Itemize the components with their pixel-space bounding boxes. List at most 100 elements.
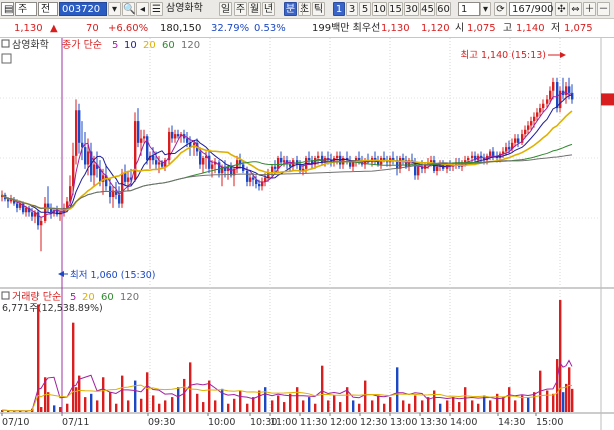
candle-body <box>121 173 124 204</box>
prev-icon[interactable]: ◂ <box>136 2 149 16</box>
stock-code-input[interactable]: 003720 <box>59 2 107 16</box>
volume-bar <box>146 372 149 412</box>
volume-bar <box>333 395 336 412</box>
volume-bar <box>364 380 367 412</box>
x-axis-label-1: 07/11 <box>62 417 89 428</box>
period-tab-4[interactable]: 분 <box>284 2 297 16</box>
x-axis-label-13: 15:00 <box>536 417 563 428</box>
volume-bar <box>562 392 565 412</box>
volume-bar <box>489 400 492 412</box>
volume-bar <box>59 407 62 412</box>
interval-tab-1[interactable]: 1 <box>333 2 345 16</box>
chart-type-icon[interactable]: ☰ <box>150 2 163 16</box>
volume-bar <box>477 403 480 412</box>
up-arrow-icon: ▲ <box>50 23 58 34</box>
x-axis-label-0: 07/10 <box>2 417 29 428</box>
ask-price: 1,130 <box>381 23 410 34</box>
volume-bar <box>115 403 118 412</box>
code-dropdown-icon[interactable]: ▾ <box>108 2 121 16</box>
bid-price: 1,120 <box>421 23 450 34</box>
volume-bar <box>189 362 192 412</box>
current-price: 1,130 <box>14 23 43 34</box>
candle-body <box>31 212 34 217</box>
interval-tab-5[interactable]: 5 <box>359 2 371 16</box>
market-type-select[interactable]: 전 <box>38 2 58 16</box>
candle-body <box>25 207 28 213</box>
candle-body <box>127 177 130 182</box>
menu-icon[interactable]: ▤ <box>1 2 14 16</box>
volume-bar <box>514 400 517 412</box>
volume-bar <box>246 403 249 412</box>
candle-body <box>533 116 536 122</box>
candle-body <box>174 134 177 139</box>
zoom-out-icon[interactable]: － <box>597 2 610 16</box>
interval-tab-10[interactable]: 10 <box>372 2 387 16</box>
candle-body <box>517 138 520 143</box>
candle-body <box>72 155 75 187</box>
volume-bar <box>127 400 130 412</box>
period-tab-6[interactable]: 틱 <box>312 2 325 16</box>
crosshair-icon[interactable]: ✣ <box>555 2 568 16</box>
volume-bar <box>352 400 355 412</box>
candle-body <box>549 90 552 100</box>
period-tab-1[interactable]: 주 <box>234 2 247 16</box>
volume-bar <box>571 388 574 412</box>
volume-bar <box>565 383 568 412</box>
interval-tab-30[interactable]: 30 <box>404 2 419 16</box>
volume-bar <box>53 405 56 412</box>
period-tab-3[interactable]: 년 <box>262 2 275 16</box>
high-label: 고 <box>503 23 513 34</box>
candle-body <box>267 173 270 178</box>
interval-tab-15[interactable]: 15 <box>388 2 403 16</box>
interval-tab-60[interactable]: 60 <box>436 2 451 16</box>
candle-body <box>137 121 140 143</box>
volume-bar <box>7 411 10 412</box>
volume-bar <box>283 402 286 412</box>
candle-body <box>75 110 78 156</box>
quote-bar: 1,130 ▲ 70 +6.60% 180,150 32.79% 0.53% 1… <box>0 19 614 38</box>
candle-body <box>280 157 283 163</box>
candle-body <box>436 166 439 172</box>
volume-ma-legend-20: 20 <box>82 292 95 303</box>
candle-body <box>402 157 405 161</box>
candle-body <box>246 171 249 182</box>
candle-body <box>524 129 527 135</box>
period-tab-5[interactable]: 초 <box>298 2 311 16</box>
interval-tab-45[interactable]: 45 <box>420 2 435 16</box>
interval-tab-3[interactable]: 3 <box>346 2 358 16</box>
page-indicator[interactable]: 167/900 <box>509 2 554 16</box>
scroll-icon[interactable]: ⇔ <box>569 2 582 16</box>
volume-bar <box>389 397 392 412</box>
market-select[interactable]: 주 <box>15 2 37 16</box>
chart-background <box>0 38 614 430</box>
volume-bar <box>164 400 167 412</box>
x-axis-label-12: 14:30 <box>498 417 525 428</box>
candle-body <box>87 151 90 165</box>
volume-bar <box>40 407 43 412</box>
candle-body <box>140 138 143 143</box>
count-dropdown-icon[interactable]: ▾ <box>480 2 491 16</box>
stock-chart[interactable]: 삼영화학 종가 단순 5 10 20 60 120 최고 1,140 (15:13) 최저 1,… <box>0 38 614 430</box>
toolbar: ▤ 주 전 003720 ▾ 🔍 ◂ ☰ 삼영화학 일주월년분초틱 1 3 5 10 1… <box>0 0 614 19</box>
candle-body <box>202 157 205 165</box>
candle-body <box>352 162 355 167</box>
search-icon[interactable]: 🔍 <box>122 2 135 16</box>
volume-bar <box>321 365 324 412</box>
period-tab-2[interactable]: 월 <box>248 2 261 16</box>
candle-body <box>530 121 533 126</box>
volume-bar <box>140 398 143 412</box>
volume-bar <box>358 403 361 412</box>
volume-bar <box>471 400 474 412</box>
candle-body <box>186 138 189 143</box>
zoom-in-icon[interactable]: ＋ <box>583 2 596 16</box>
count-select[interactable]: 1 <box>458 2 480 16</box>
candle-body <box>171 131 174 139</box>
candle-body <box>571 92 574 100</box>
volume-bar <box>252 397 255 412</box>
refresh-icon[interactable]: ⟳ <box>494 2 507 16</box>
volume-bar <box>208 380 211 412</box>
volume-bar <box>47 392 50 412</box>
low-note: 최저 1,060 (15:30) <box>70 270 156 281</box>
change-rate: +6.60% <box>108 23 149 34</box>
period-tab-0[interactable]: 일 <box>219 2 232 16</box>
